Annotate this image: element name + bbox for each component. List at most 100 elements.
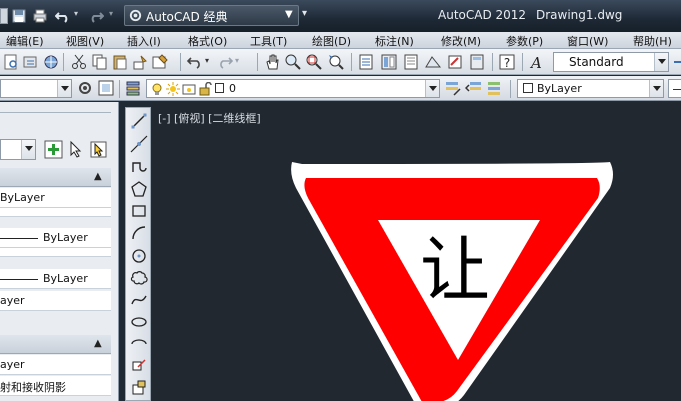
dimension-style-icon[interactable] — [672, 53, 681, 71]
tool-palettes-icon[interactable] — [402, 53, 420, 71]
property-row-plot-style[interactable]: ayer — [0, 291, 111, 311]
calculator-icon[interactable] — [468, 53, 486, 71]
ellipse-icon[interactable] — [130, 313, 148, 331]
workspace-label: AutoCAD 经典 — [146, 10, 228, 24]
customize-qat-icon[interactable]: ▾ — [302, 8, 307, 19]
property-value: 射和接收阴影 — [0, 381, 66, 394]
property-row-color[interactable]: ByLayer — [0, 188, 111, 208]
text-style-selector[interactable]: Standard — [553, 52, 669, 72]
polygon-icon[interactable] — [130, 180, 148, 198]
menu-dimension[interactable]: 标注(N) — [375, 33, 414, 49]
app-menu-icon[interactable] — [0, 8, 8, 24]
text-style-value: Standard — [569, 55, 624, 69]
quick-select-icon[interactable] — [89, 140, 108, 159]
ellipse-arc-icon[interactable] — [130, 335, 148, 353]
make-object-layer-current-icon[interactable] — [444, 79, 462, 97]
menu-window[interactable]: 窗口(W) — [567, 33, 608, 49]
save-icon[interactable] — [11, 8, 27, 24]
property-row-lineweight[interactable]: ByLayer — [0, 269, 111, 289]
draw-toolbar — [125, 107, 151, 401]
settings-gear-icon[interactable] — [76, 79, 94, 97]
menu-modify[interactable]: 修改(M) — [441, 33, 481, 49]
select-objects-icon[interactable] — [67, 140, 86, 159]
toggle-pickadd-icon[interactable] — [44, 140, 63, 159]
polyline-icon[interactable] — [130, 158, 148, 176]
circle-icon[interactable] — [130, 247, 148, 265]
match-properties-icon[interactable] — [131, 53, 149, 71]
linetype-preview — [0, 238, 38, 239]
property-row-spacer — [0, 248, 111, 257]
publish-icon[interactable] — [22, 53, 40, 71]
3d-dwf-icon[interactable] — [42, 53, 60, 71]
revision-cloud-icon[interactable] — [130, 269, 148, 287]
properties-palette: ▲ ByLayer ByLayer ByLayer ayer ▲ ayer 射和… — [0, 102, 119, 401]
workspace-settings-icon[interactable] — [97, 79, 115, 97]
paste-icon[interactable] — [111, 53, 129, 71]
object-type-selector[interactable] — [0, 139, 36, 160]
chevron-down-icon — [425, 80, 439, 97]
sheet-set-icon[interactable] — [424, 53, 442, 71]
zoom-previous-icon[interactable] — [327, 53, 345, 71]
redo-dropdown-icon[interactable]: ▾ — [109, 9, 113, 18]
block-editor-icon[interactable] — [151, 53, 169, 71]
zoom-window-icon[interactable] — [305, 53, 323, 71]
chevron-down-icon — [21, 140, 35, 159]
undo-dropdown-icon[interactable]: ▾ — [74, 9, 78, 18]
svg-text:A: A — [529, 54, 542, 71]
layer-previous-icon[interactable] — [465, 79, 483, 97]
properties-icon[interactable] — [357, 53, 375, 71]
markup-set-icon[interactable] — [446, 53, 464, 71]
menu-edit[interactable]: 编辑(E) — [6, 33, 44, 49]
line-icon[interactable] — [130, 112, 148, 130]
workspace-dropdown[interactable] — [0, 79, 72, 98]
help-icon[interactable]: ? — [498, 53, 516, 71]
property-value: ayer — [0, 358, 25, 371]
redo-icon[interactable] — [216, 53, 234, 71]
menu-tools[interactable]: 工具(T) — [250, 33, 287, 49]
rectangle-icon[interactable] — [130, 202, 148, 220]
plot-preview-icon[interactable] — [2, 53, 20, 71]
menu-parameters[interactable]: 参数(P) — [506, 33, 543, 49]
svg-text:?: ? — [504, 56, 510, 70]
insert-block-icon[interactable] — [130, 357, 148, 375]
menu-view[interactable]: 视图(V) — [66, 33, 104, 49]
pan-hand-icon[interactable] — [263, 53, 281, 71]
property-row-shadow[interactable]: 射和接收阴影 — [0, 376, 111, 396]
cut-icon[interactable] — [70, 53, 88, 71]
copy-icon[interactable] — [91, 53, 109, 71]
linetype-control[interactable] — [668, 79, 681, 98]
arc-icon[interactable] — [130, 224, 148, 242]
menu-format[interactable]: 格式(O) — [188, 33, 227, 49]
layer-states-icon[interactable] — [486, 79, 504, 97]
workspace-selector[interactable]: AutoCAD 经典 ▼ — [124, 5, 299, 26]
layer-selector[interactable]: 0 — [146, 79, 440, 98]
property-row-linetype[interactable]: ByLayer — [0, 228, 111, 248]
separator — [510, 80, 511, 98]
section-header-general[interactable]: ▲ — [0, 168, 111, 187]
property-value: ayer — [0, 294, 25, 307]
color-control[interactable]: ByLayer — [517, 79, 664, 98]
menu-draw[interactable]: 绘图(D) — [312, 33, 351, 49]
spline-icon[interactable] — [130, 291, 148, 309]
zoom-realtime-icon[interactable] — [284, 53, 302, 71]
document-title: Drawing1.dwg — [536, 8, 623, 22]
undo-icon[interactable] — [55, 8, 71, 24]
construction-line-icon[interactable] — [130, 135, 148, 153]
menu-insert[interactable]: 插入(I) — [127, 33, 161, 49]
menu-help[interactable]: 帮助(H) — [633, 33, 672, 49]
chevron-down-icon — [649, 80, 663, 97]
make-block-icon[interactable] — [130, 379, 148, 397]
undo-dropdown-icon[interactable]: ▾ — [205, 56, 209, 65]
redo-dropdown-icon[interactable]: ▾ — [235, 56, 239, 65]
redo-icon[interactable] — [88, 8, 104, 24]
text-style-icon[interactable]: A — [528, 53, 546, 71]
undo-icon[interactable] — [186, 53, 204, 71]
layer-properties-icon[interactable] — [125, 79, 143, 97]
section-header-3d-visualization[interactable]: ▲ — [0, 335, 111, 354]
print-icon[interactable] — [32, 8, 48, 24]
palette-divider — [0, 112, 111, 113]
drawing-canvas[interactable]: [-] [俯视] [二维线框] 让 — [152, 102, 681, 401]
lineweight-preview — [0, 279, 38, 280]
design-center-icon[interactable] — [380, 53, 398, 71]
property-row-material[interactable]: ayer — [0, 355, 111, 375]
